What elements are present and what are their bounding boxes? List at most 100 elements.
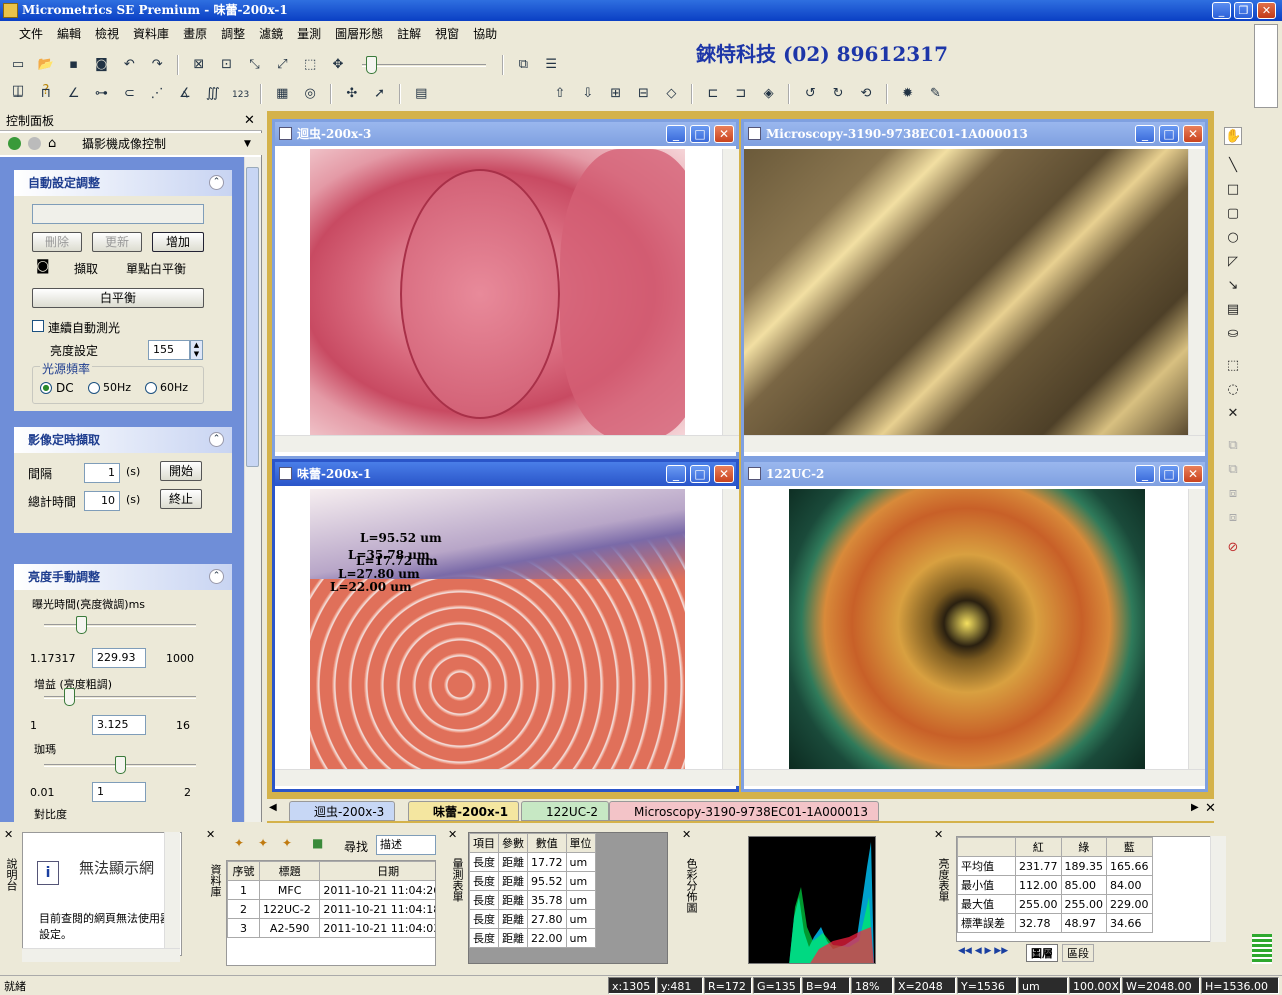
home-icon[interactable]: ⌂ — [48, 133, 56, 155]
search-field-select[interactable]: 描述 — [376, 835, 436, 855]
minimize-button[interactable]: _ — [1135, 465, 1155, 483]
vscroll[interactable] — [1210, 836, 1226, 942]
line-icon[interactable]: ╲ — [1224, 157, 1242, 175]
table-row[interactable]: 長度 距離 95.52 um — [469, 871, 596, 891]
camera-icon[interactable]: ◙ — [36, 258, 50, 274]
graph-icon[interactable]: ⋰ — [147, 84, 167, 104]
tile-horizontal-icon[interactable]: ☰ — [541, 55, 561, 75]
vscroll[interactable] — [164, 832, 180, 956]
add-button[interactable]: 增加 — [152, 232, 204, 252]
hand-icon[interactable]: ✋ — [1224, 127, 1242, 145]
menu-item[interactable]: 註解 — [390, 22, 428, 46]
table-row[interactable]: 長度 距離 35.78 um — [469, 890, 596, 910]
menu-item[interactable]: 調整 — [214, 22, 252, 46]
manual-brightness-title[interactable]: 亮度手動調整 — [14, 564, 232, 590]
image-window-roundworm[interactable]: 迴虫-200x-3 _ □ ✕ — [272, 119, 739, 459]
maximize-button[interactable]: □ — [690, 125, 710, 143]
close-button[interactable]: ✕ — [714, 125, 734, 143]
table-row[interactable]: 長度 距離 27.80 um — [469, 909, 596, 929]
target-icon[interactable]: ◎ — [300, 84, 320, 104]
menu-item[interactable]: 濾鏡 — [252, 22, 290, 46]
pane-close-icon[interactable]: ✕ — [448, 828, 457, 841]
tab-tastebud[interactable]: 味蕾-200x-1 — [408, 801, 520, 821]
gain-thumb[interactable] — [63, 688, 75, 706]
menu-item[interactable]: 編輯 — [50, 22, 88, 46]
back-icon[interactable] — [28, 137, 41, 150]
send-back-icon[interactable]: ⧈ — [1224, 509, 1242, 527]
image-window-tastebud[interactable]: 味蕾-200x-1 _ □ ✕ L=95.52 um L=35.78 um L=… — [272, 459, 739, 792]
image-window-122uc[interactable]: 122UC-2 _ □ ✕ — [741, 459, 1208, 792]
crop-icon[interactable]: ⊞ — [606, 84, 626, 104]
layout-icon[interactable]: ▤ — [411, 84, 431, 104]
table-row[interactable]: 2 122UC-2 2011-10-21 11:04:18 — [227, 899, 435, 919]
pane-close-icon[interactable]: ✕ — [682, 828, 691, 841]
pointer-icon[interactable]: ➚ — [370, 84, 390, 104]
pane-close-icon[interactable]: ✕ — [934, 828, 943, 841]
ellipse-icon[interactable]: ○ — [1224, 229, 1242, 247]
panel-close-icon[interactable]: ✕ — [244, 113, 255, 128]
minimize-button[interactable]: _ — [1212, 2, 1231, 19]
menu-item[interactable]: 畫原 — [176, 22, 214, 46]
pane-close-icon[interactable]: ✕ — [206, 828, 215, 841]
hscroll[interactable] — [275, 769, 739, 786]
col-header-blue[interactable]: 藍 — [1106, 837, 1153, 857]
white-balance-button[interactable]: 白平衡 — [32, 288, 204, 308]
stamp-icon[interactable]: ⛀ — [1224, 325, 1242, 343]
edit-record-icon[interactable]: ✦ — [258, 836, 268, 850]
scale-icon[interactable]: ⊓ — [36, 84, 56, 104]
timed-capture-title[interactable]: 影像定時擷取 — [14, 427, 232, 453]
capture-label[interactable]: 擷取 — [74, 260, 98, 277]
stem-cross-section-image[interactable] — [789, 489, 1145, 769]
ungroup-icon[interactable]: ⧉ — [1224, 461, 1242, 479]
calibrate-icon[interactable]: ⊶ — [91, 84, 111, 104]
freq-50-radio[interactable] — [88, 382, 100, 394]
menu-item[interactable]: 量測 — [290, 22, 328, 46]
zoom-fit-icon[interactable]: ⊠ — [189, 55, 209, 75]
move-icon[interactable]: ✣ — [342, 84, 362, 104]
angle-icon[interactable]: ∠ — [64, 84, 84, 104]
select-ellipse-icon[interactable]: ◌ — [1224, 381, 1242, 399]
col-header[interactable]: 標題 — [258, 861, 321, 881]
col-header[interactable]: 序號 — [227, 861, 260, 881]
polygon-icon[interactable]: ◸ — [1224, 253, 1242, 271]
col-header[interactable]: 單位 — [565, 833, 596, 853]
zoom-slider[interactable] — [358, 55, 490, 75]
menu-item[interactable]: 資料庫 — [126, 22, 176, 46]
vscroll[interactable] — [722, 149, 739, 435]
tab-layer[interactable]: 圖層 — [1026, 944, 1058, 962]
close-button[interactable]: ✕ — [1183, 125, 1203, 143]
brightness-spinner[interactable]: ▲ ▼ — [190, 340, 203, 360]
rotate-180-icon[interactable]: ⟲ — [856, 84, 876, 104]
zoom-slider-thumb[interactable] — [365, 56, 377, 74]
zoom-out-icon[interactable]: ⤢ — [272, 55, 292, 75]
col-header[interactable]: 日期 — [319, 861, 435, 881]
monitor-icon[interactable]: ▭ — [8, 55, 28, 75]
hscroll[interactable] — [275, 435, 739, 452]
tab-122uc[interactable]: 122UC-2 — [521, 801, 610, 821]
zoom-in-icon[interactable]: ⤡ — [244, 55, 264, 75]
maximize-button[interactable]: □ — [1159, 465, 1179, 483]
clear-annotations-icon[interactable]: ⊘ — [1224, 539, 1242, 557]
table-row[interactable]: 長度 距離 22.00 um — [469, 928, 596, 948]
maximize-button[interactable]: ❐ — [1234, 2, 1253, 19]
rounded-rect-icon[interactable]: ▢ — [1224, 205, 1242, 223]
panel-scrollbar[interactable] — [244, 157, 261, 822]
exposure-track[interactable] — [44, 624, 196, 627]
delete-shape-icon[interactable]: ✕ — [1224, 405, 1242, 423]
text-box-icon[interactable]: ▤ — [1224, 301, 1242, 319]
region-icon[interactable]: ⊂ — [119, 84, 139, 104]
brightness-input[interactable]: 155 — [148, 340, 190, 360]
pane-close-icon[interactable]: ✕ — [4, 828, 13, 841]
rectangle-icon[interactable]: □ — [1224, 181, 1242, 199]
vscroll[interactable] — [1188, 489, 1205, 769]
maximize-button[interactable]: □ — [690, 465, 710, 483]
total-time-input[interactable]: 10 — [84, 491, 120, 511]
close-button[interactable]: ✕ — [1257, 2, 1276, 19]
start-button[interactable]: 開始 — [160, 461, 202, 481]
freq-60-radio[interactable] — [145, 382, 157, 394]
minimize-button[interactable]: _ — [666, 125, 686, 143]
pen-icon[interactable]: ✎ — [925, 84, 945, 104]
continuous-checkbox[interactable] — [32, 320, 44, 332]
select-rect-icon[interactable]: ⬚ — [1224, 357, 1242, 375]
vscroll[interactable] — [722, 489, 739, 769]
